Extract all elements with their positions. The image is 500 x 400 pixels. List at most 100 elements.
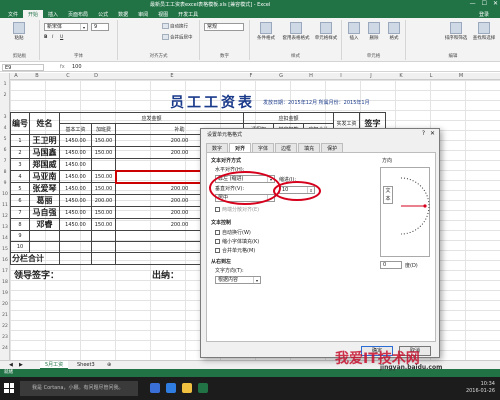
header-name[interactable]: 姓名: [29, 112, 60, 135]
row-header[interactable]: 24: [0, 346, 10, 351]
row-header[interactable]: 2: [0, 93, 10, 98]
column-header[interactable]: H: [296, 73, 326, 79]
cell-no[interactable]: 8: [10, 218, 30, 231]
row-header[interactable]: 9: [0, 181, 10, 186]
row-header[interactable]: 8: [0, 170, 10, 175]
cell-no[interactable]: 4: [10, 170, 30, 183]
cell[interactable]: [59, 241, 92, 253]
column-header[interactable]: J: [356, 73, 386, 79]
cell-name[interactable]: 王卫明: [29, 134, 60, 147]
merge-cells-checkbox[interactable]: 合并单元格(M): [215, 247, 255, 254]
cell-name[interactable]: 马亚南: [29, 170, 60, 183]
cell[interactable]: [91, 241, 116, 253]
cell-overtime[interactable]: 150.00: [91, 146, 116, 159]
windows-start-icon[interactable]: [4, 383, 14, 393]
cell-overtime[interactable]: 200.00: [91, 194, 116, 207]
edge-icon[interactable]: [166, 383, 176, 393]
cell-overtime[interactable]: 150.00: [91, 134, 116, 147]
column-header[interactable]: K: [386, 73, 416, 79]
subtotal-label[interactable]: 分栏合计: [10, 252, 60, 265]
number-format-select[interactable]: 常规: [204, 23, 244, 31]
header-overtime[interactable]: 加班费: [91, 123, 116, 135]
header-no[interactable]: 编号: [10, 112, 30, 135]
row-header[interactable]: 14: [0, 236, 10, 241]
cell-no[interactable]: 3: [10, 158, 30, 171]
format-cells-button[interactable]: 格式: [384, 22, 404, 41]
column-header[interactable]: D: [84, 73, 108, 79]
row-header[interactable]: 6: [0, 148, 10, 153]
table-format-button[interactable]: 套用表格格式: [281, 22, 311, 41]
cell-base[interactable]: 1450.00: [59, 146, 92, 159]
bold-button[interactable]: B: [44, 35, 47, 40]
wrap-text-checkbox[interactable]: 自动换行(W): [215, 229, 251, 236]
cell-overtime[interactable]: [91, 158, 116, 171]
row-header[interactable]: 22: [0, 324, 10, 329]
cell-no[interactable]: 2: [10, 146, 30, 159]
minimize-button[interactable]: —: [470, 0, 476, 7]
cell[interactable]: [91, 230, 116, 242]
cell-base[interactable]: 1450.00: [59, 218, 92, 231]
clock[interactable]: 10:34 2016-01-26: [466, 381, 495, 395]
text-direction-select[interactable]: 根据内容 ▾: [215, 276, 261, 284]
task-view-icon[interactable]: [150, 383, 160, 393]
tab-page-layout[interactable]: 页面布局: [63, 10, 93, 18]
degrees-stepper[interactable]: 0: [380, 261, 402, 269]
tab-formulas[interactable]: 公式: [93, 10, 113, 18]
cell-style-button[interactable]: 单元格样式: [312, 22, 340, 41]
column-header[interactable]: B: [22, 73, 52, 79]
column-header[interactable]: E: [108, 73, 236, 79]
find-select-button[interactable]: 查找和选择: [470, 22, 498, 41]
header-due[interactable]: 应发金额: [59, 112, 244, 124]
cortana-search-box[interactable]: 我是 Cortana，小娜。有问题尽管问我。: [20, 381, 138, 396]
cell[interactable]: [59, 252, 92, 265]
row-header[interactable]: 10: [0, 192, 10, 197]
cell-name[interactable]: 马国鑫: [29, 146, 60, 159]
delete-cells-button[interactable]: 删除: [364, 22, 384, 41]
tab-developer[interactable]: 开发工具: [173, 10, 203, 18]
italic-button[interactable]: I: [52, 35, 53, 40]
cell-overtime[interactable]: 150.00: [91, 206, 116, 219]
tab-home[interactable]: 开始: [23, 10, 44, 18]
justify-distributed-checkbox[interactable]: 两端分散对齐(E): [215, 206, 259, 213]
row-header[interactable]: 13: [0, 225, 10, 230]
row-header[interactable]: 16: [0, 258, 10, 263]
column-header[interactable]: F: [236, 73, 266, 79]
formula-input[interactable]: 100: [72, 64, 82, 70]
cell-name[interactable]: 郑国威: [29, 158, 60, 171]
tab-insert[interactable]: 插入: [43, 10, 63, 18]
row-header[interactable]: 21: [0, 313, 10, 318]
row-header[interactable]: 19: [0, 291, 10, 296]
row-header[interactable]: 15: [0, 247, 10, 252]
font-size-select[interactable]: 9: [91, 23, 109, 31]
cell-overtime[interactable]: 150.00: [91, 218, 116, 231]
row-header[interactable]: 18: [0, 280, 10, 285]
cell[interactable]: [59, 230, 92, 242]
tab-data[interactable]: 数据: [113, 10, 133, 18]
cell-no[interactable]: 1: [10, 134, 30, 147]
column-header[interactable]: L: [416, 73, 446, 79]
cell-no[interactable]: 7: [10, 206, 30, 219]
row-header[interactable]: 20: [0, 302, 10, 307]
orientation-dial[interactable]: 文本: [380, 167, 430, 257]
cell-name[interactable]: 马自强: [29, 206, 60, 219]
sign-in-link[interactable]: 登录: [474, 10, 494, 18]
insert-cells-button[interactable]: 插入: [344, 22, 364, 41]
conditional-format-button[interactable]: 条件格式: [252, 22, 280, 41]
header-base[interactable]: 基本工资: [59, 123, 92, 135]
row-header[interactable]: 3: [0, 115, 10, 120]
column-header[interactable]: I: [326, 73, 356, 79]
row-header[interactable]: 12: [0, 214, 10, 219]
sort-filter-button[interactable]: 排序和筛选: [442, 22, 470, 41]
column-header[interactable]: M: [446, 73, 476, 79]
column-header[interactable]: C: [52, 73, 84, 79]
header-deduct[interactable]: 应扣金额: [243, 112, 334, 124]
tab-view[interactable]: 视图: [153, 10, 173, 18]
cell-name[interactable]: [29, 241, 60, 253]
cell-name[interactable]: 葛丽: [29, 194, 60, 207]
cell-overtime[interactable]: 150.00: [91, 170, 116, 183]
tab-review[interactable]: 审阅: [133, 10, 153, 18]
row-header[interactable]: 4: [0, 126, 10, 131]
cell[interactable]: [91, 252, 116, 265]
row-header[interactable]: 7: [0, 159, 10, 164]
cell-base[interactable]: 1450.00: [59, 158, 92, 171]
